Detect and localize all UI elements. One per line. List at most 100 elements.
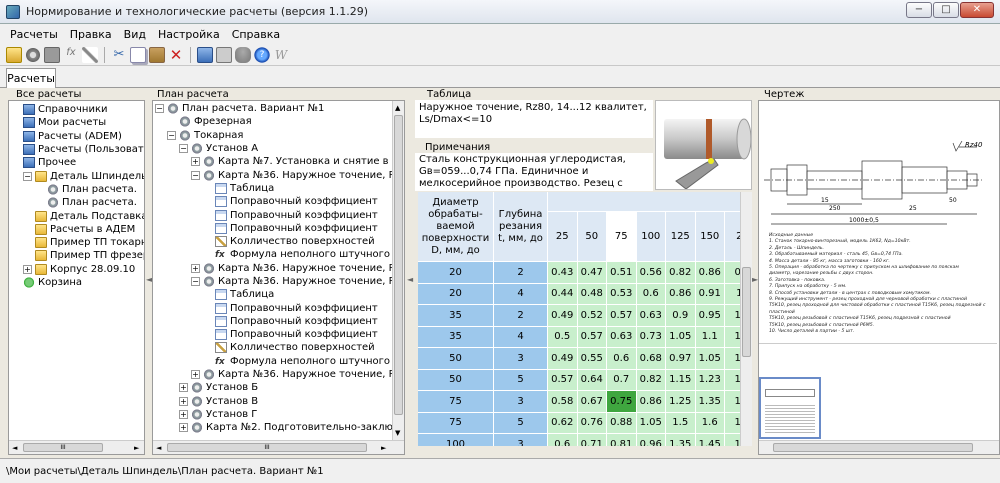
row-diameter-cell[interactable]: 50 [418, 348, 494, 370]
plan-tree-item[interactable]: − Токарная [155, 129, 404, 142]
value-cell[interactable]: 1.05 [695, 348, 725, 370]
value-cell[interactable]: 1. [725, 326, 740, 348]
value-cell[interactable]: 1.45 [695, 434, 725, 446]
value-cell[interactable]: 0. [725, 262, 740, 284]
row-diameter-cell[interactable]: 20 [418, 283, 494, 305]
selected-value-cell[interactable]: 0.75 [607, 391, 637, 413]
value-cell[interactable]: 1.25 [666, 391, 696, 413]
all-tree-item[interactable]: Прочее [11, 156, 144, 169]
minimize-button[interactable]: − [906, 2, 932, 18]
value-cell[interactable]: 1.15 [666, 369, 696, 391]
all-tree-item[interactable]: Расчеты в АДЕМ [11, 223, 144, 236]
value-cell[interactable]: 0.6 [636, 283, 666, 305]
value-cell[interactable]: 0.91 [695, 283, 725, 305]
value-cell[interactable]: 0.86 [636, 391, 666, 413]
menu-help[interactable]: Справка [226, 28, 286, 41]
expand-toggle-icon[interactable]: − [167, 130, 176, 140]
menu-view[interactable]: Вид [118, 28, 152, 41]
plan-tree-item[interactable]: Поправочный коэффициент [155, 222, 404, 235]
plan-tree-item[interactable]: − Установ А [155, 142, 404, 155]
maximize-button[interactable]: □ [933, 2, 959, 18]
all-tree-item[interactable]: Корзина [11, 276, 144, 289]
all-tree-item[interactable]: − Деталь Шпиндель [11, 169, 144, 182]
row-diameter-cell[interactable]: 50 [418, 369, 494, 391]
plan-tree-item[interactable]: + Карта №7. Установка и снятие в це [155, 155, 404, 168]
column-header-speed[interactable]: 50 [577, 212, 607, 262]
wand-icon[interactable] [82, 46, 98, 63]
close-button[interactable]: ✕ [960, 2, 994, 18]
row-depth-cell[interactable]: 2 [494, 305, 548, 327]
plan-tree-item[interactable]: + Установ Б [155, 381, 404, 394]
value-cell[interactable]: 1 [725, 283, 740, 305]
formula-icon[interactable]: fx [63, 47, 79, 63]
table-icon[interactable] [216, 46, 232, 63]
all-tree-item[interactable]: План расчета. [11, 183, 144, 196]
value-cell[interactable]: 1. [725, 348, 740, 370]
column-header-speed[interactable]: 125 [666, 212, 696, 262]
value-cell[interactable]: 0.62 [548, 412, 578, 434]
value-cell[interactable]: 0.73 [636, 326, 666, 348]
value-cell[interactable]: 0.63 [607, 326, 637, 348]
all-tree-item[interactable]: Пример ТП фрезер [11, 249, 144, 262]
expand-toggle-icon[interactable]: + [191, 370, 200, 380]
value-cell[interactable]: 0.52 [577, 305, 607, 327]
row-depth-cell[interactable]: 3 [494, 434, 548, 446]
value-cell[interactable]: 0.57 [548, 369, 578, 391]
value-cell[interactable]: 0.86 [695, 262, 725, 284]
value-cell[interactable]: 0.48 [577, 283, 607, 305]
scroll-thumb[interactable] [773, 443, 973, 452]
value-cell[interactable]: 0.57 [607, 305, 637, 327]
value-cell[interactable]: 1.05 [666, 326, 696, 348]
plan-tree-item[interactable]: Поправочный коэффициент [155, 208, 404, 221]
menu-settings[interactable]: Настройка [152, 28, 226, 41]
value-cell[interactable]: 0.68 [636, 348, 666, 370]
drawing-thumbnail[interactable] [759, 377, 821, 439]
scroll-down-arrow[interactable]: ▼ [395, 427, 400, 440]
scroll-left-arrow[interactable]: ◄ [156, 442, 161, 454]
plan-tree-item[interactable]: Поправочный коэффициент [155, 195, 404, 208]
expand-toggle-icon[interactable]: + [191, 157, 200, 167]
open-icon[interactable] [6, 46, 22, 63]
copy-icon[interactable] [130, 46, 146, 63]
value-cell[interactable]: 1. [725, 434, 740, 446]
value-cell[interactable]: 0.6 [548, 434, 578, 446]
value-cell[interactable]: 0.71 [577, 434, 607, 446]
value-cell[interactable]: 0.76 [577, 412, 607, 434]
value-cell[interactable]: 1.35 [695, 391, 725, 413]
horizontal-scrollbar[interactable]: ◄ III ► [153, 440, 404, 454]
row-diameter-cell[interactable]: 35 [418, 305, 494, 327]
expand-toggle-icon[interactable]: + [191, 263, 200, 273]
value-cell[interactable]: 1.5 [666, 412, 696, 434]
table-vertical-scrollbar[interactable] [740, 192, 752, 446]
all-tree-item[interactable]: Деталь Подставка [11, 209, 144, 222]
column-header-depth[interactable]: Глубина резания t, мм, до [494, 192, 548, 262]
plan-tree-item[interactable]: + Установ В [155, 395, 404, 408]
scroll-left-arrow[interactable]: ◄ [12, 442, 17, 454]
expand-toggle-icon[interactable]: + [23, 264, 32, 274]
row-depth-cell[interactable]: 4 [494, 283, 548, 305]
menu-edit[interactable]: Правка [64, 28, 118, 41]
expand-toggle-icon[interactable]: + [179, 383, 188, 393]
plan-tree-item[interactable]: − План расчета. Вариант №1 [155, 102, 404, 115]
value-cell[interactable]: 0.86 [666, 283, 696, 305]
value-cell[interactable]: 1.6 [695, 412, 725, 434]
scroll-thumb[interactable] [394, 115, 403, 415]
scroll-thumb[interactable]: III [167, 443, 367, 452]
plan-tree-item[interactable]: + Карта №2. Подготовительно-заключител [155, 421, 404, 434]
row-diameter-cell[interactable]: 20 [418, 262, 494, 284]
all-tree-item[interactable]: Расчеты (Пользователь) [11, 143, 144, 156]
scroll-thumb[interactable] [742, 267, 751, 357]
all-tree-item[interactable]: Справочники [11, 103, 144, 116]
db-icon[interactable] [235, 46, 251, 63]
value-cell[interactable]: 0.56 [636, 262, 666, 284]
menu-calculations[interactable]: Расчеты [4, 28, 64, 41]
value-cell[interactable]: 0.9 [666, 305, 696, 327]
plan-tree-item[interactable]: Таблица [155, 182, 404, 195]
value-cell[interactable]: 0.82 [666, 262, 696, 284]
plan-tree-item[interactable]: Колличество поверхностей [155, 235, 404, 248]
row-depth-cell[interactable]: 3 [494, 391, 548, 413]
expand-toggle-icon[interactable]: + [179, 396, 188, 406]
row-diameter-cell[interactable]: 35 [418, 326, 494, 348]
value-cell[interactable]: 1.35 [666, 434, 696, 446]
value-cell[interactable]: 0.58 [548, 391, 578, 413]
